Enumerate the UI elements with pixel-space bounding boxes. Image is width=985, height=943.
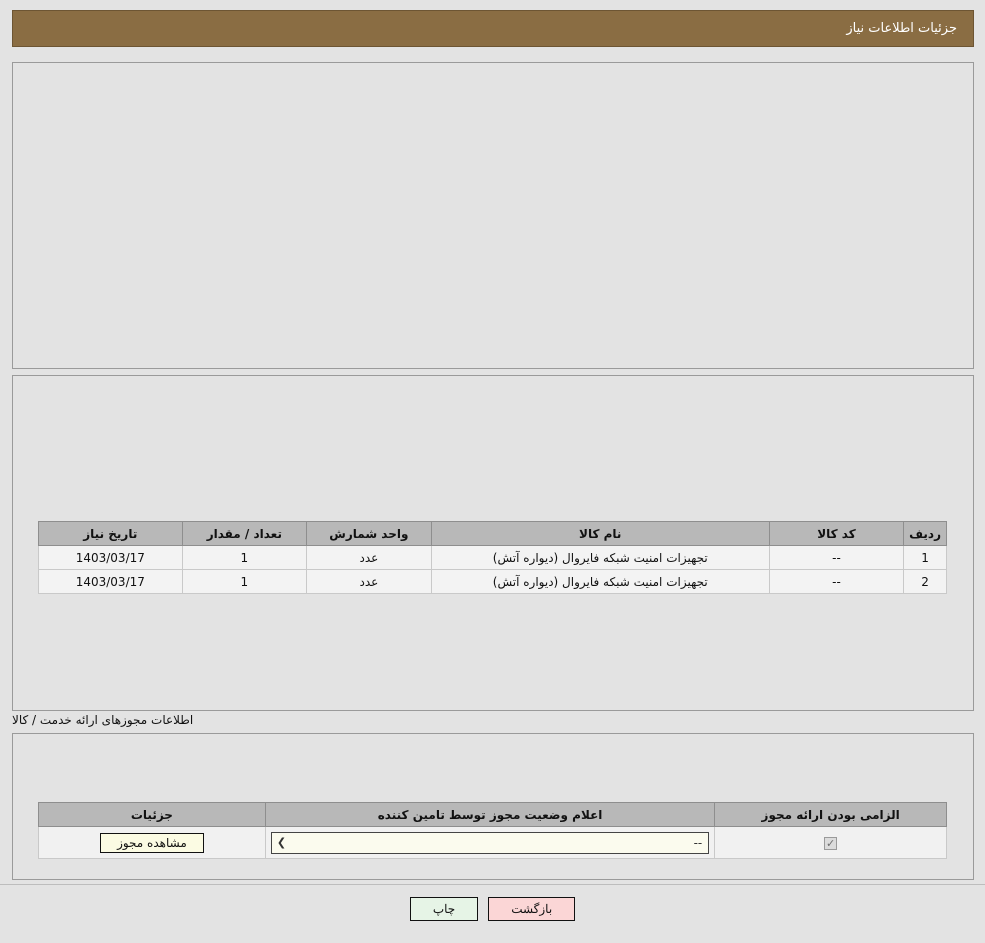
col-goods-name: نام کالا (430, 521, 770, 546)
cell-need-date: 1403/03/17 (38, 569, 183, 594)
goods-table: ردیف کد کالا نام کالا واحد شمارش تعداد /… (38, 521, 947, 594)
page-root: AriaTender.net جزئیات اطلاعات نیاز شماره… (0, 0, 985, 943)
footer-divider (0, 884, 985, 885)
cell-permit-required: ✓ (714, 826, 947, 859)
col-permit-required: الزامی بودن ارائه مجوز (714, 802, 947, 827)
permits-table-header-row: الزامی بودن ارائه مجوز اعلام وضعیت مجوز … (38, 802, 947, 827)
cell-permit-status: ❯ -- (264, 826, 716, 859)
cell-goods-code: -- (768, 545, 905, 570)
permits-caption: اطلاعات مجوزهای ارائه خدمت / کالا (12, 713, 194, 727)
cell-row-number: 1 (903, 545, 947, 570)
col-unit: واحد شمارش (306, 521, 432, 546)
col-row-number: ردیف (903, 521, 947, 546)
goods-table-header-row: ردیف کد کالا نام کالا واحد شمارش تعداد /… (38, 521, 947, 546)
page-title-bar: جزئیات اطلاعات نیاز (12, 10, 974, 47)
cell-need-date: 1403/03/17 (38, 545, 183, 570)
back-button[interactable]: بازگشت (488, 897, 576, 921)
chevron-down-icon: ❯ (276, 835, 287, 849)
col-need-date: تاریخ نیاز (38, 521, 183, 546)
permit-required-checkbox[interactable]: ✓ (824, 836, 838, 850)
cell-unit: عدد (306, 545, 432, 570)
cell-goods-name: تجهیزات امنیت شبکه فایروال (دیواره آتش) (430, 545, 770, 570)
table-row: 1 -- تجهیزات امنیت شبکه فایروال (دیواره … (38, 545, 947, 570)
cell-row-number: 2 (903, 569, 947, 594)
permits-table: الزامی بودن ارائه مجوز اعلام وضعیت مجوز … (38, 802, 947, 859)
col-permit-status: اعلام وضعیت مجوز توسط تامین کننده (264, 802, 716, 827)
table-row: 2 -- تجهیزات امنیت شبکه فایروال (دیواره … (38, 569, 947, 594)
cell-quantity: 1 (181, 545, 308, 570)
request-info-panel (12, 62, 974, 369)
cell-goods-name: تجهیزات امنیت شبکه فایروال (دیواره آتش) (430, 569, 770, 594)
cell-quantity: 1 (181, 569, 308, 594)
view-permit-button[interactable]: مشاهده مجوز (100, 832, 204, 853)
cell-permit-details: مشاهده مجوز (38, 826, 266, 859)
cell-unit: عدد (306, 569, 432, 594)
footer-actions: بازگشت چاپ (0, 897, 985, 921)
col-goods-code: کد کالا (768, 521, 905, 546)
cell-goods-code: -- (768, 569, 905, 594)
col-permit-details: جزئیات (38, 802, 266, 827)
table-row: ✓ ❯ -- مشاهده مجوز (38, 826, 947, 859)
permit-status-value: -- (693, 835, 703, 850)
page-title: جزئیات اطلاعات نیاز (846, 21, 957, 36)
col-quantity: تعداد / مقدار (181, 521, 308, 546)
permit-status-select[interactable]: ❯ -- (270, 831, 710, 854)
print-button[interactable]: چاپ (409, 897, 479, 921)
